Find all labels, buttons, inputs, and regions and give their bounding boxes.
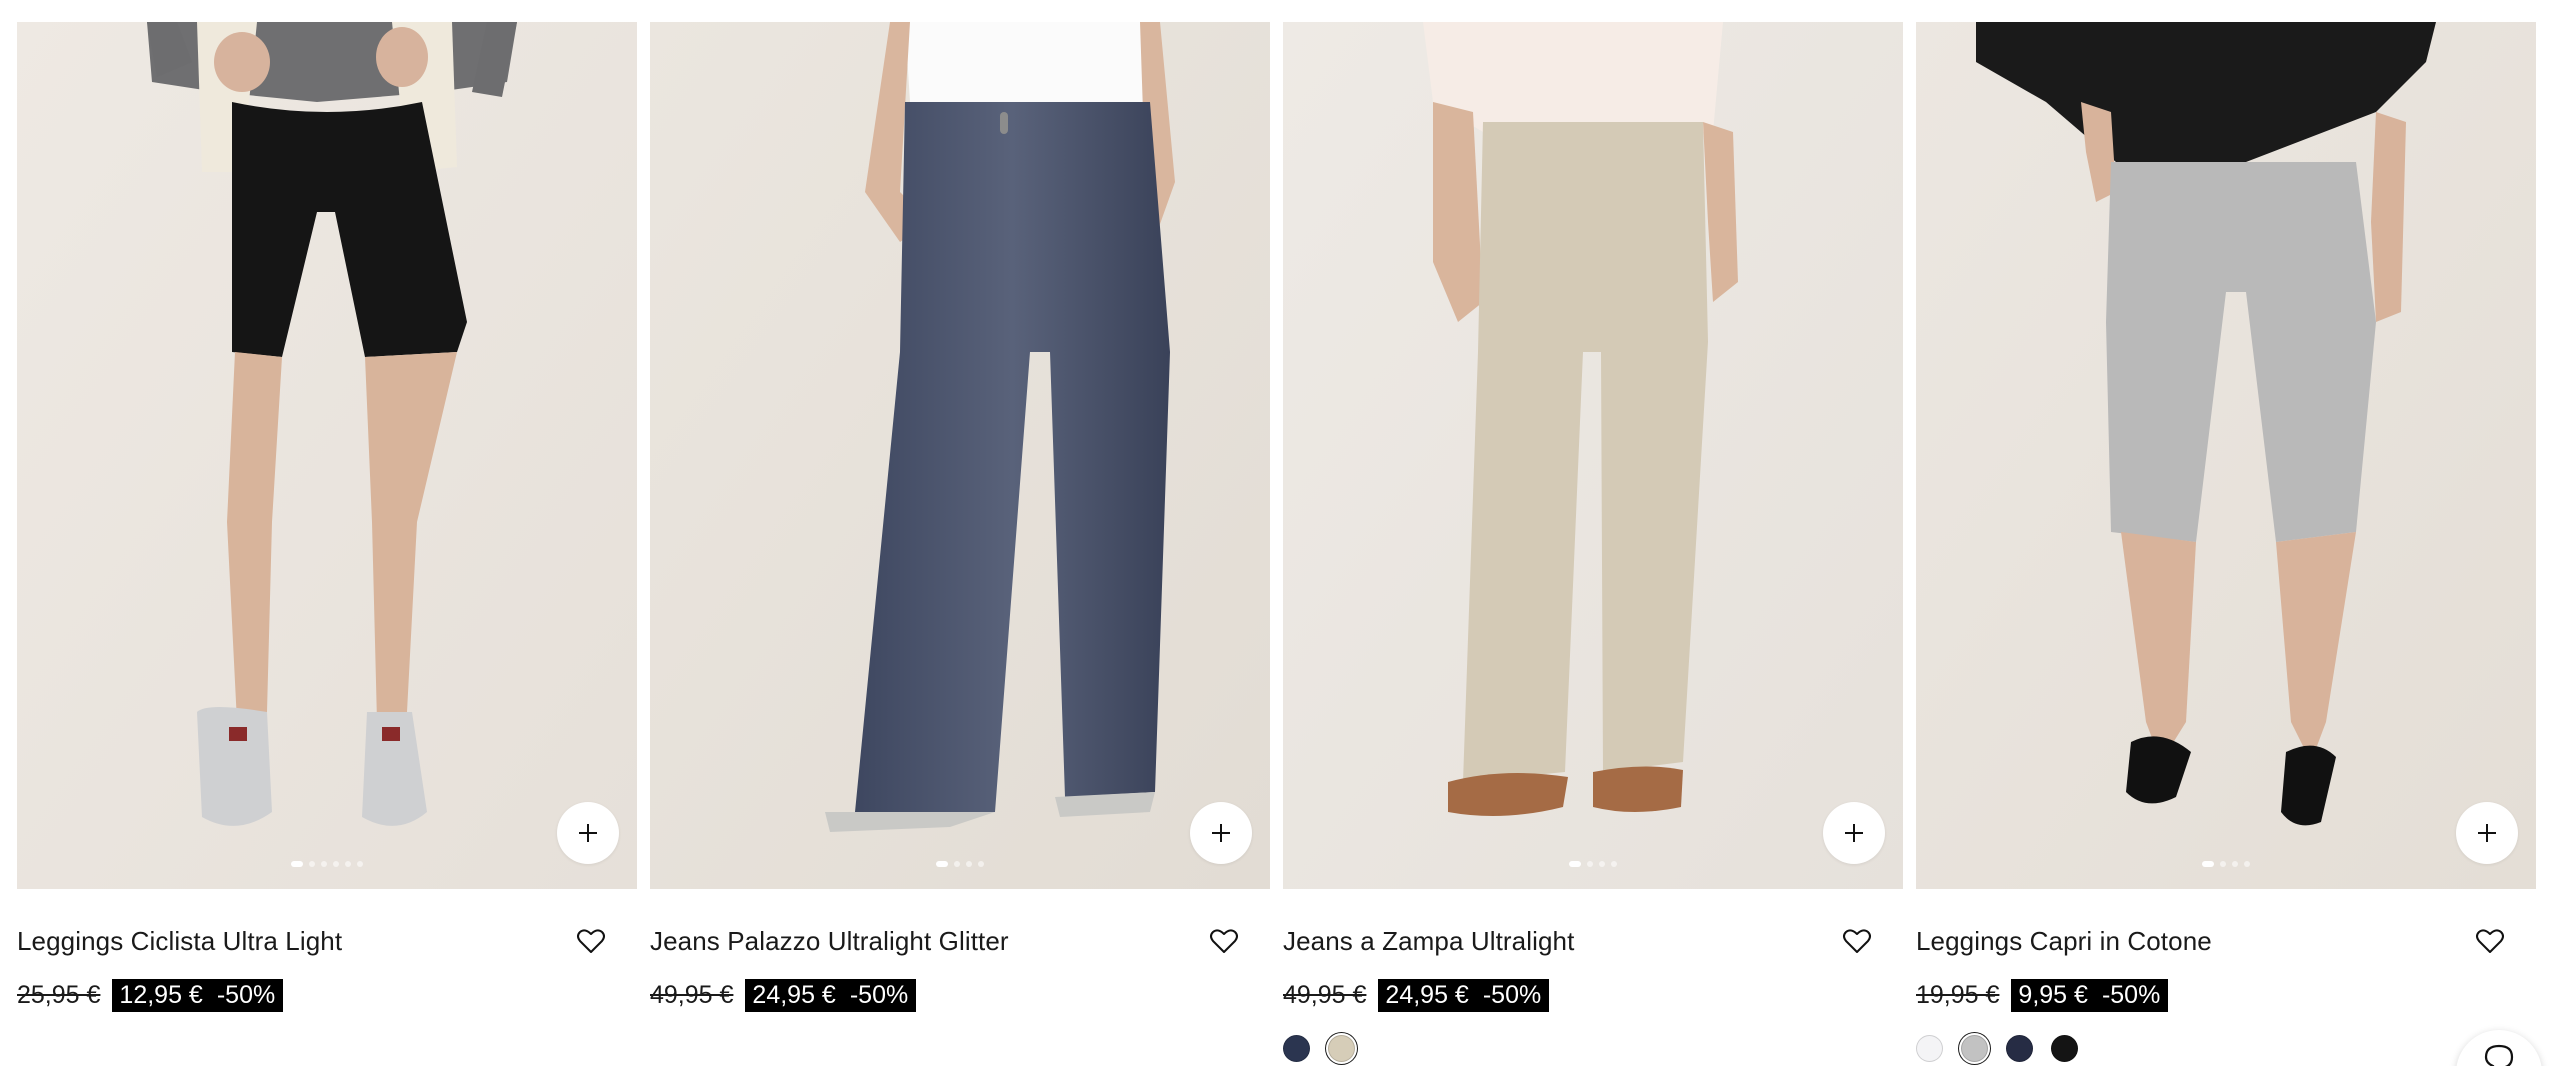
pagination-dot[interactable] bbox=[2244, 861, 2250, 867]
chat-icon bbox=[2484, 1044, 2514, 1066]
add-to-cart-button[interactable] bbox=[2456, 802, 2518, 864]
add-to-cart-button[interactable] bbox=[557, 802, 619, 864]
pagination-dot[interactable] bbox=[1599, 861, 1605, 867]
pagination-dot[interactable] bbox=[966, 861, 972, 867]
product-photo bbox=[17, 22, 637, 889]
product-image[interactable] bbox=[17, 22, 637, 889]
sale-badge: 24,95 € -50% bbox=[1378, 979, 1550, 1012]
discount-label: -50% bbox=[849, 981, 909, 1009]
pagination-dot[interactable] bbox=[978, 861, 984, 867]
product-name[interactable]: Leggings Capri in Cotone bbox=[1916, 926, 2212, 957]
original-price: 49,95 € bbox=[650, 981, 734, 1009]
product-info: Leggings Capri in Cotone 19,95 € 9,95 € … bbox=[1916, 889, 2536, 1066]
pagination-dot[interactable] bbox=[1587, 861, 1593, 867]
color-swatch-grey[interactable] bbox=[1961, 1035, 1988, 1062]
add-to-cart-button[interactable] bbox=[1190, 802, 1252, 864]
heart-icon bbox=[1210, 929, 1238, 953]
product-name[interactable]: Jeans Palazzo Ultralight Glitter bbox=[650, 926, 1009, 957]
pagination-dot[interactable] bbox=[321, 861, 327, 867]
color-swatch-navy[interactable] bbox=[1283, 1035, 1310, 1062]
color-swatch-beige[interactable] bbox=[1328, 1035, 1355, 1062]
heart-icon bbox=[2476, 929, 2504, 953]
pagination-dot[interactable] bbox=[1569, 861, 1581, 867]
product-photo bbox=[650, 22, 1270, 889]
wishlist-button[interactable] bbox=[2474, 925, 2506, 957]
image-pagination bbox=[1283, 861, 1903, 867]
sale-badge: 12,95 € -50% bbox=[112, 979, 284, 1012]
sale-price: 9,95 € bbox=[2018, 981, 2088, 1009]
product-grid: Leggings Ciclista Ultra Light 25,95 € 12… bbox=[17, 22, 2536, 1066]
pagination-dot[interactable] bbox=[291, 861, 303, 867]
product-photo bbox=[1916, 22, 2536, 889]
price-block: 19,95 € 9,95 € -50% bbox=[1916, 979, 2169, 1012]
price-block: 49,95 € 24,95 € -50% bbox=[1283, 979, 1550, 1012]
product-card[interactable]: Leggings Ciclista Ultra Light 25,95 € 12… bbox=[17, 22, 637, 1066]
plus-icon bbox=[579, 824, 597, 842]
product-photo bbox=[1283, 22, 1903, 889]
sale-price: 24,95 € bbox=[752, 981, 836, 1009]
price-block: 49,95 € 24,95 € -50% bbox=[650, 979, 917, 1012]
original-price: 25,95 € bbox=[17, 981, 101, 1009]
product-card[interactable]: Jeans a Zampa Ultralight 49,95 € 24,95 €… bbox=[1283, 22, 1903, 1066]
pagination-dot[interactable] bbox=[954, 861, 960, 867]
discount-label: -50% bbox=[2101, 981, 2161, 1009]
product-card[interactable]: Leggings Capri in Cotone 19,95 € 9,95 € … bbox=[1916, 22, 2536, 1066]
original-price: 49,95 € bbox=[1283, 981, 1367, 1009]
pagination-dot[interactable] bbox=[333, 861, 339, 867]
color-swatch-white[interactable] bbox=[1916, 1035, 1943, 1062]
image-pagination bbox=[17, 861, 637, 867]
plus-icon bbox=[1845, 824, 1863, 842]
pagination-dot[interactable] bbox=[357, 861, 363, 867]
color-swatch-navy[interactable] bbox=[2006, 1035, 2033, 1062]
product-info: Leggings Ciclista Ultra Light 25,95 € 12… bbox=[17, 889, 637, 1066]
wishlist-button[interactable] bbox=[1208, 925, 1240, 957]
product-name[interactable]: Jeans a Zampa Ultralight bbox=[1283, 926, 1574, 957]
product-name[interactable]: Leggings Ciclista Ultra Light bbox=[17, 926, 342, 957]
pagination-dot[interactable] bbox=[309, 861, 315, 867]
image-pagination bbox=[650, 861, 1270, 867]
heart-icon bbox=[1843, 929, 1871, 953]
sale-price: 12,95 € bbox=[119, 981, 203, 1009]
image-pagination bbox=[1916, 861, 2536, 867]
wishlist-button[interactable] bbox=[575, 925, 607, 957]
color-swatches bbox=[1283, 1035, 1355, 1062]
product-card[interactable]: Jeans Palazzo Ultralight Glitter 49,95 €… bbox=[650, 22, 1270, 1066]
original-price: 19,95 € bbox=[1916, 981, 2000, 1009]
product-image[interactable] bbox=[1283, 22, 1903, 889]
color-swatch-black[interactable] bbox=[2051, 1035, 2078, 1062]
plus-icon bbox=[2478, 824, 2496, 842]
pagination-dot[interactable] bbox=[2202, 861, 2214, 867]
pagination-dot[interactable] bbox=[345, 861, 351, 867]
color-swatches bbox=[1916, 1035, 2078, 1062]
heart-icon bbox=[577, 929, 605, 953]
product-image[interactable] bbox=[650, 22, 1270, 889]
product-info: Jeans a Zampa Ultralight 49,95 € 24,95 €… bbox=[1283, 889, 1903, 1066]
product-info: Jeans Palazzo Ultralight Glitter 49,95 €… bbox=[650, 889, 1270, 1066]
wishlist-button[interactable] bbox=[1841, 925, 1873, 957]
pagination-dot[interactable] bbox=[1611, 861, 1617, 867]
sale-price: 24,95 € bbox=[1385, 981, 1469, 1009]
discount-label: -50% bbox=[216, 981, 276, 1009]
pagination-dot[interactable] bbox=[2232, 861, 2238, 867]
discount-label: -50% bbox=[1482, 981, 1542, 1009]
sale-badge: 24,95 € -50% bbox=[745, 979, 917, 1012]
pagination-dot[interactable] bbox=[936, 861, 948, 867]
sale-badge: 9,95 € -50% bbox=[2011, 979, 2169, 1012]
add-to-cart-button[interactable] bbox=[1823, 802, 1885, 864]
price-block: 25,95 € 12,95 € -50% bbox=[17, 979, 284, 1012]
plus-icon bbox=[1212, 824, 1230, 842]
product-image[interactable] bbox=[1916, 22, 2536, 889]
pagination-dot[interactable] bbox=[2220, 861, 2226, 867]
